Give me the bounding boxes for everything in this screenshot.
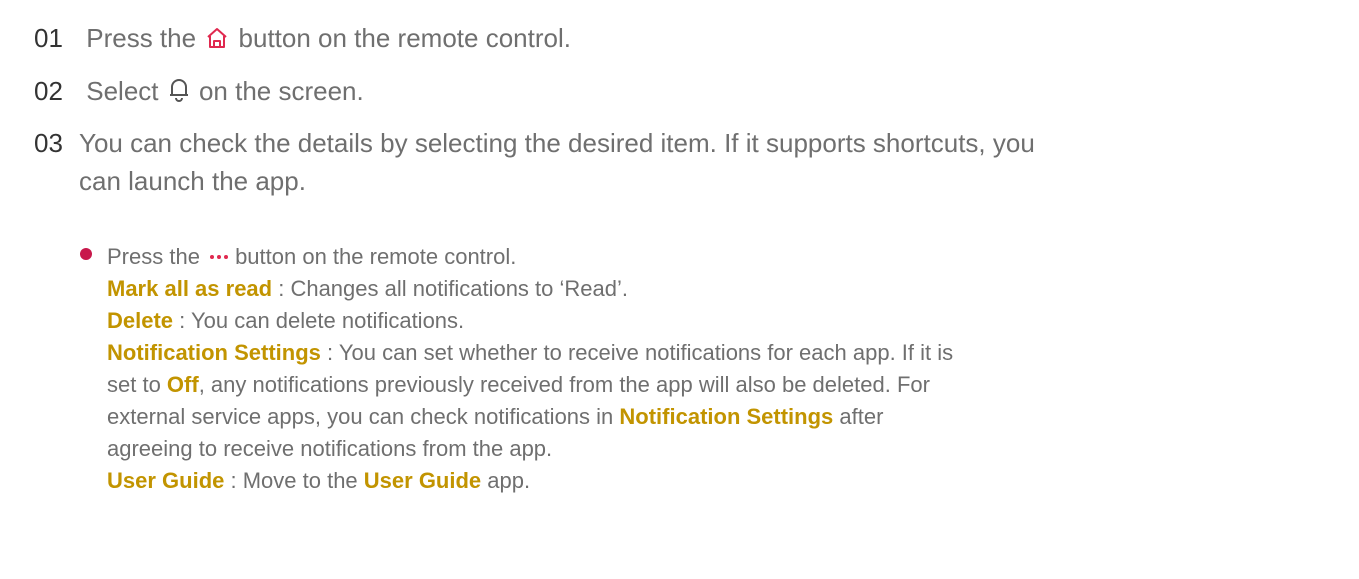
press-text-post: button on the remote control. <box>235 244 517 269</box>
option-term: Delete <box>107 308 174 333</box>
option-desc-line: external service apps, you can check not… <box>107 401 1350 433</box>
step-text: Select on the screen. <box>86 76 364 106</box>
step-number: 03 <box>34 128 63 158</box>
step-3: 03 You can check the details by selecting… <box>34 124 1334 200</box>
option-delete: Delete : You can delete notifications. <box>107 305 1350 337</box>
option-desc: after <box>833 404 884 429</box>
option-desc-line: set to Off, any notifications previously… <box>107 369 1350 401</box>
press-line: Press the button on the remote control. <box>107 236 1350 273</box>
step-1: 01 Press the button on the remote contro… <box>34 19 1334 60</box>
option-desc: : You can delete notifications. <box>173 308 465 333</box>
option-term: Mark all as read <box>107 276 273 301</box>
option-desc: : Changes all notifications to ‘Read’. <box>272 276 628 301</box>
off-term: Off <box>166 372 199 397</box>
press-text-pre: Press the <box>107 244 200 269</box>
step-2: 02 Select on the screen. <box>34 72 1334 113</box>
option-desc: app. <box>481 468 531 493</box>
step-number: 02 <box>34 76 63 106</box>
bell-icon <box>168 75 190 113</box>
option-desc-line: agreeing to receive notifications from t… <box>107 436 553 461</box>
bullet-item: Press the button on the remote control. … <box>80 236 1350 497</box>
option-desc: : You can set whether to receive notific… <box>320 340 954 365</box>
option-term: User Guide <box>107 468 225 493</box>
user-guide-page: 01 Press the button on the remote contro… <box>0 0 1359 579</box>
option-notification-settings: Notification Settings : You can set whet… <box>107 337 1350 369</box>
user-guide-term: User Guide <box>363 468 482 493</box>
step-text-pre: Select <box>86 76 159 106</box>
bullet-content: Press the button on the remote control. … <box>107 236 1350 497</box>
home-icon <box>205 22 229 60</box>
step-text-post: on the screen. <box>198 76 364 106</box>
step-number: 01 <box>34 23 63 53</box>
option-desc: : Move to the <box>224 468 364 493</box>
step-text-post: button on the remote control. <box>238 23 571 53</box>
option-desc: set to <box>107 372 167 397</box>
option-desc: , any notifications previously received … <box>198 372 930 397</box>
more-dots-icon <box>210 236 231 268</box>
option-desc: external service apps, you can check not… <box>107 404 620 429</box>
step-text: You can check the details by selecting t… <box>79 124 1319 200</box>
bullet-dot <box>80 248 92 260</box>
step-text: Press the button on the remote control. <box>86 23 571 53</box>
option-mark-all: Mark all as read : Changes all notificat… <box>107 273 1350 305</box>
option-term: Notification Settings <box>107 340 321 365</box>
notification-settings-term: Notification Settings <box>619 404 834 429</box>
option-user-guide: User Guide : Move to the User Guide app. <box>107 465 1350 497</box>
step-text-line: can launch the app. <box>79 166 306 196</box>
step-text-pre: Press the <box>86 23 197 53</box>
step-text-line: You can check the details by selecting t… <box>79 128 1035 158</box>
